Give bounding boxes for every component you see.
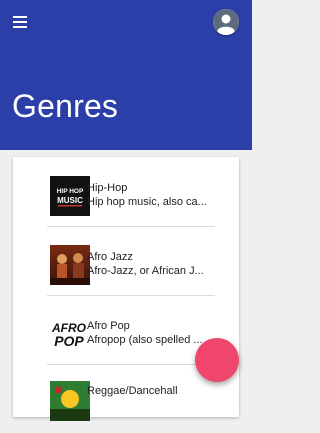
- genre-name: Afro Pop: [87, 320, 130, 332]
- svg-text:HIP HOP: HIP HOP: [57, 188, 84, 195]
- svg-text:MUSIC: MUSIC: [57, 196, 83, 205]
- genre-name: Afro Jazz: [87, 251, 133, 263]
- hamburger-menu-icon[interactable]: [10, 12, 30, 32]
- reggae-dancehall-thumbnail: [50, 381, 90, 421]
- hip-hop-thumbnail: HIP HOP MUSIC: [50, 176, 90, 216]
- genre-name: Reggae/Dancehall: [87, 385, 178, 397]
- genre-item-afro-jazz[interactable]: Afro Jazz Afro-Jazz, or African J...: [13, 227, 239, 295]
- app-header: Genres: [0, 0, 252, 150]
- genre-description: Afro-Jazz, or African J...: [87, 265, 204, 277]
- page-title: Genres: [12, 88, 119, 124]
- svg-text:POP: POP: [54, 333, 84, 349]
- genre-item-text: Afro Jazz Afro-Jazz, or African J...: [87, 250, 237, 278]
- afro-jazz-thumbnail: [50, 245, 90, 285]
- genre-name: Hip-Hop: [87, 182, 128, 194]
- add-fab[interactable]: [195, 338, 239, 382]
- afro-pop-thumbnail: AFRO POP: [50, 314, 90, 354]
- genre-item-text: Hip-Hop Hip hop music, also ca...: [87, 181, 237, 209]
- genre-item-hip-hop[interactable]: HIP HOP MUSIC Hip-Hop Hip hop music, als…: [13, 157, 239, 225]
- account-avatar-icon[interactable]: [213, 9, 239, 35]
- genre-description: Hip hop music, also ca...: [87, 196, 207, 208]
- genre-item-text: Reggae/Dancehall: [87, 384, 237, 398]
